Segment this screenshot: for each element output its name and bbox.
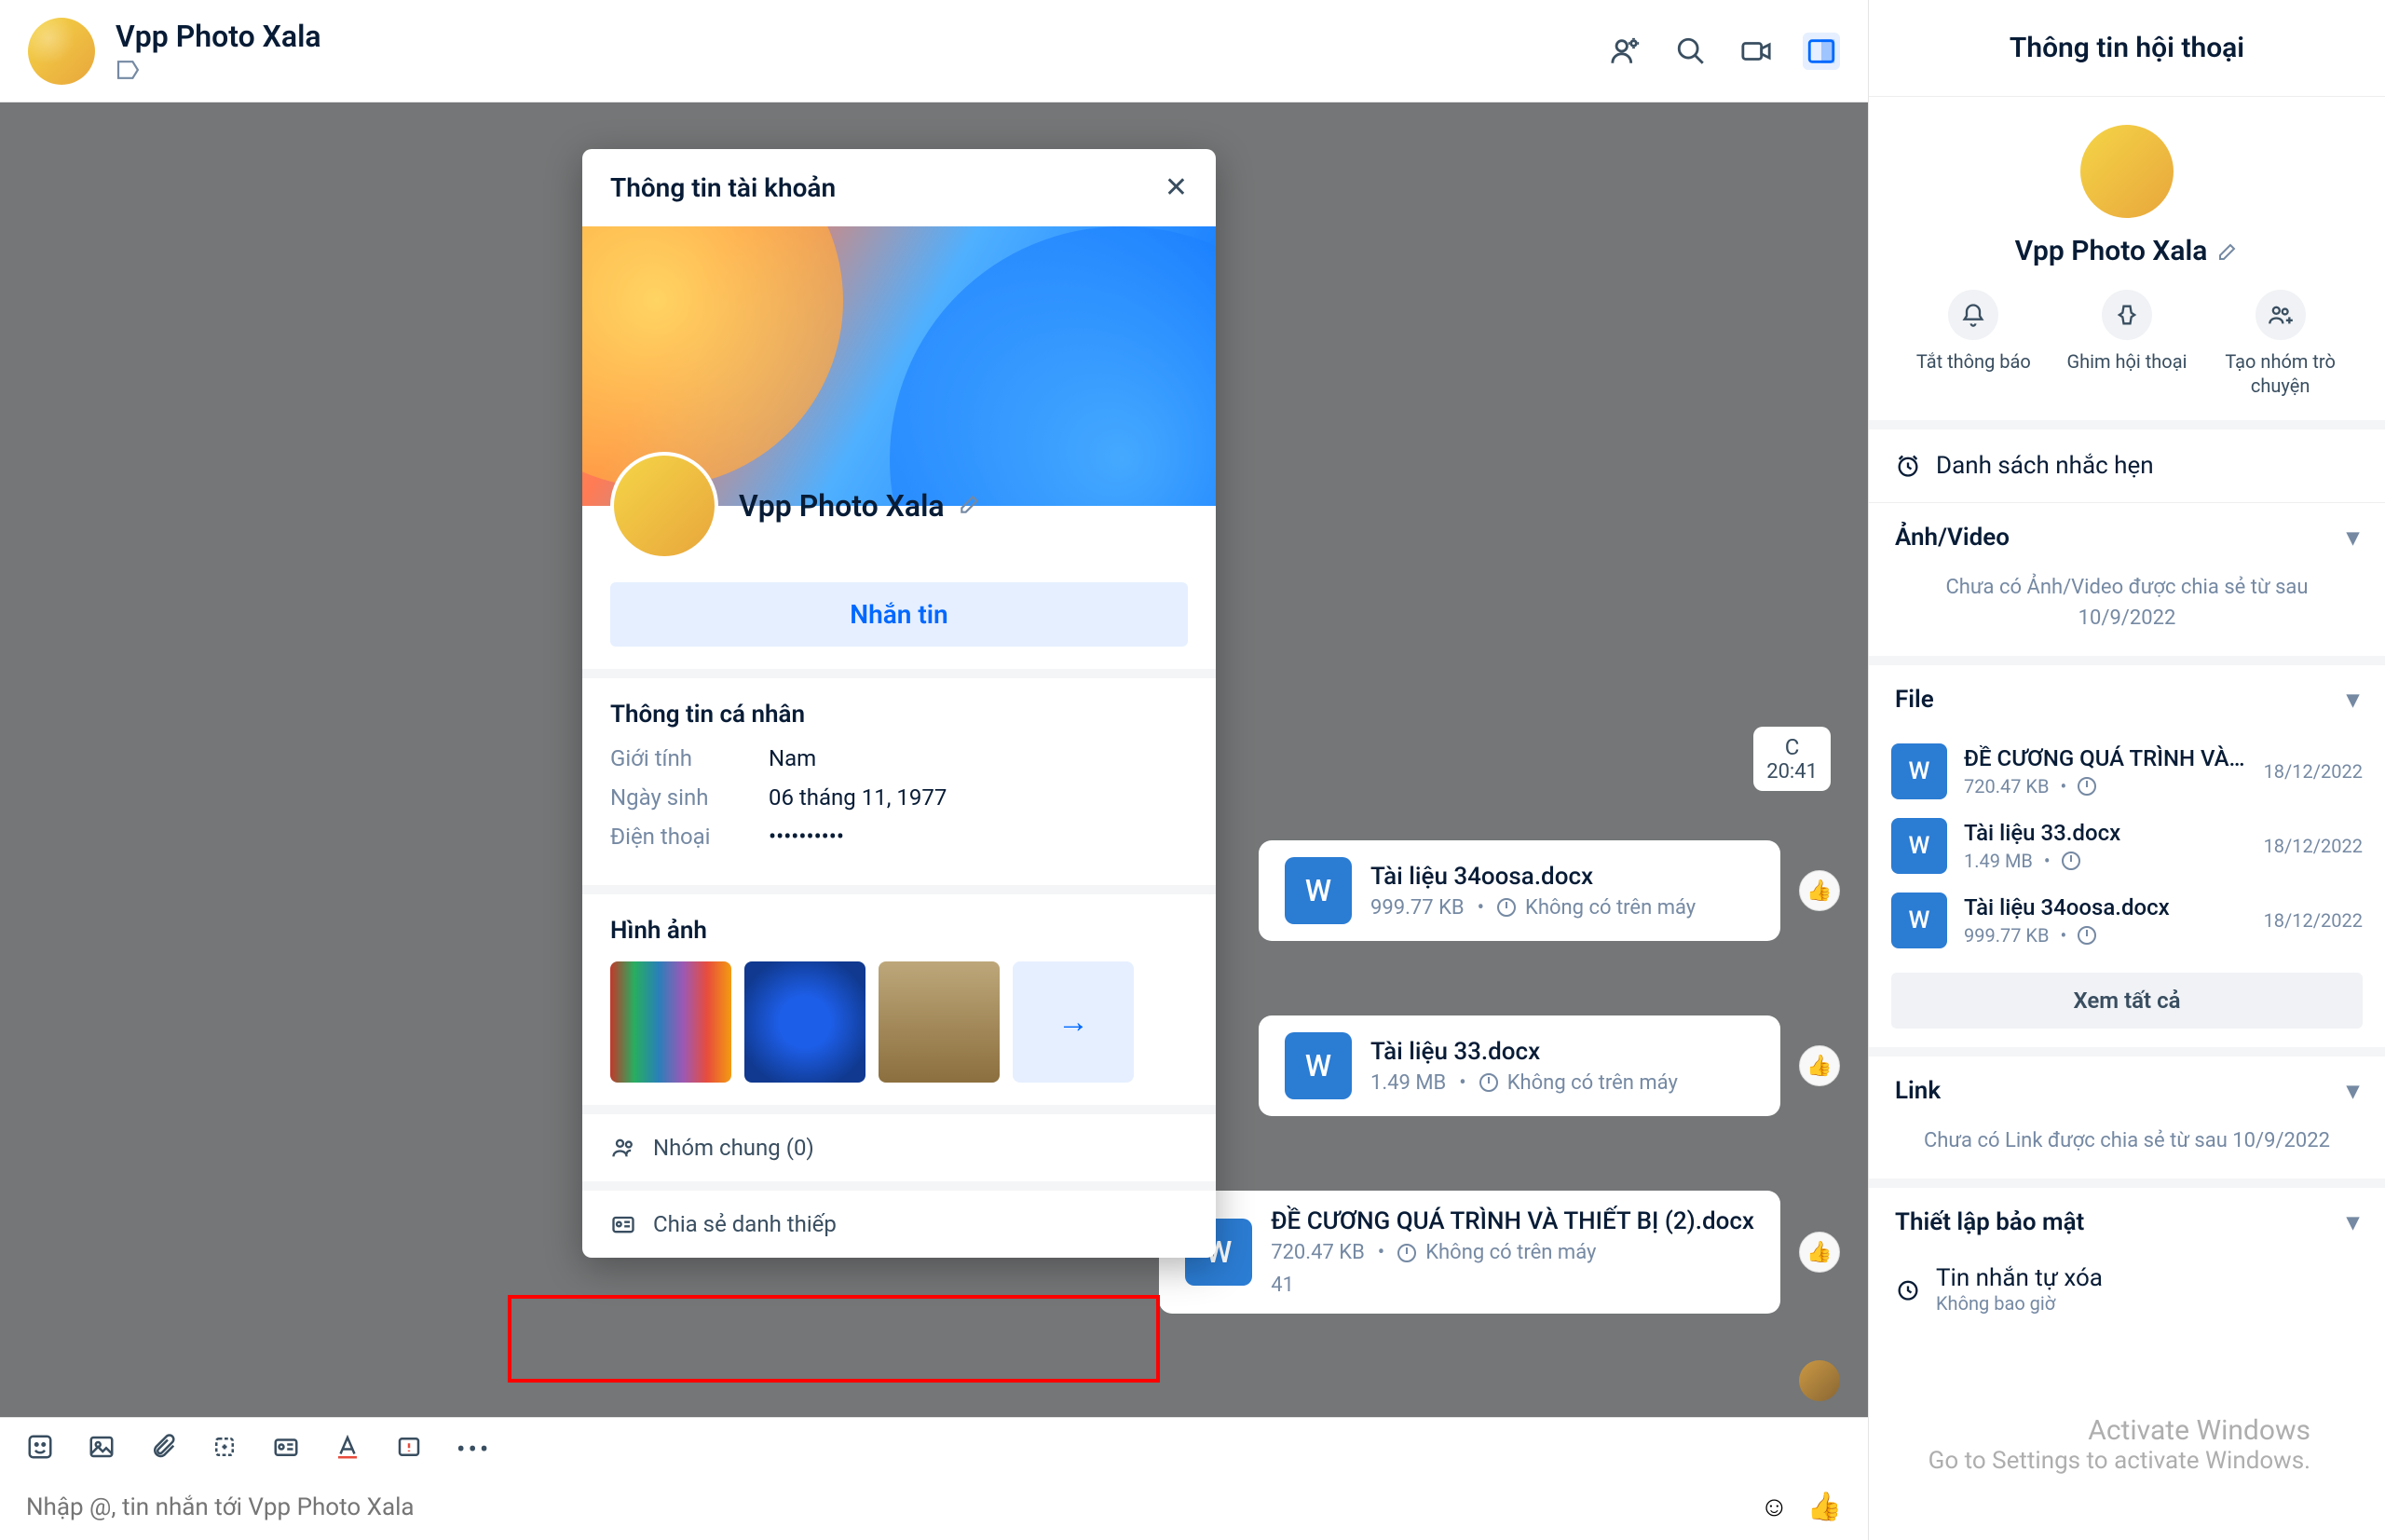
pin-button[interactable]: Ghim hội thoại [2066,290,2187,398]
contact-name[interactable]: Vpp Photo Xala [116,19,1607,54]
add-member-icon[interactable] [1607,33,1644,70]
image-thumb[interactable] [610,961,731,1083]
reminders-row[interactable]: Danh sách nhắc hẹn [1869,429,2385,503]
word-doc-icon: W [1285,1032,1352,1099]
panel-contact-name: Vpp Photo Xala [2015,235,2240,267]
media-section-header[interactable]: Ảnh/Video ▾ [1869,503,2385,572]
word-doc-icon: W [1891,743,1947,799]
view-all-button[interactable]: Xem tất cả [1891,973,2363,1029]
auto-delete-row[interactable]: Tin nhắn tự xóa Không bao giờ [1869,1257,2385,1337]
message-file[interactable]: W Tài liệu 33.docx 1.49 MBKhông có trên … [1259,1015,1780,1116]
message-button[interactable]: Nhắn tin [610,582,1188,647]
thumbs-up-icon[interactable]: 👍 [1807,1491,1842,1523]
account-info-modal: Thông tin tài khoản ✕ Vpp Photo Xala Nhắ… [582,149,1216,1258]
file-item[interactable]: W ĐỀ CƯƠNG QUÁ TRÌNH VÀ THI...(2).docx 7… [1869,734,2385,809]
file-section-header[interactable]: File ▾ [1869,665,2385,734]
images-header: Hình ảnh [610,917,1188,945]
toggle-sidebar-icon[interactable] [1803,33,1840,70]
message-composer: ••• ☺ 👍 [0,1417,1868,1540]
edit-icon[interactable] [2216,240,2239,263]
message-file[interactable]: W ĐỀ CƯƠNG QUÁ TRÌNH VÀ THIẾT BỊ (2).doc… [1159,1191,1780,1314]
link-empty-note: Chưa có Link được chia sẻ từ sau 10/9/20… [1869,1125,2385,1179]
more-images-button[interactable]: → [1013,961,1134,1083]
contact-avatar[interactable] [28,18,95,85]
personal-info-header: Thông tin cá nhân [610,701,1188,729]
word-doc-icon: W [1891,818,1947,874]
screenshot-icon[interactable] [211,1433,238,1465]
file-name: ĐỀ CƯƠNG QUÁ TRÌNH VÀ THIẾT BỊ (2).docx [1271,1207,1754,1235]
react-button[interactable]: 👍 [1799,1232,1840,1273]
card-icon[interactable] [272,1433,300,1465]
word-doc-icon: W [1891,893,1947,948]
phone-value: •••••••••• [769,824,844,850]
share-card-row[interactable]: Chia sẻ danh thiếp [582,1181,1216,1258]
panel-avatar[interactable] [2080,125,2174,218]
media-empty-note: Chưa có Ảnh/Video được chia sẻ từ sau 10… [1869,572,2385,656]
windows-watermark: Activate Windows Go to Settings to activ… [1928,1414,2310,1475]
image-icon[interactable] [88,1433,116,1465]
link-section-header[interactable]: Link ▾ [1869,1056,2385,1125]
more-icon[interactable]: ••• [457,1434,491,1465]
security-section-header[interactable]: Thiết lập bảo mật ▾ [1869,1188,2385,1257]
react-button[interactable]: 👍 [1799,1045,1840,1086]
message-input[interactable] [26,1493,1760,1521]
priority-icon[interactable] [395,1433,423,1465]
attachment-icon[interactable] [149,1433,177,1465]
panel-title: Thông tin hội thoại [1869,0,2385,97]
chevron-down-icon: ▾ [2347,686,2359,714]
message-file[interactable]: W Tài liệu 34oosa.docx 999.77 KBKhông có… [1259,840,1780,941]
sticker-icon[interactable] [26,1433,54,1465]
gender-value: Nam [769,745,816,771]
file-name: Tài liệu 33.docx [1370,1038,1678,1066]
dob-value: 06 tháng 11, 1977 [769,784,947,811]
mute-button[interactable]: Tắt thông báo [1913,290,2034,398]
edit-icon[interactable] [958,492,982,520]
chevron-down-icon: ▾ [2347,524,2359,552]
profile-name: Vpp Photo Xala [739,488,945,524]
chevron-down-icon: ▾ [2347,1208,2359,1236]
format-icon[interactable] [334,1433,361,1465]
word-doc-icon: W [1285,857,1352,924]
create-group-button[interactable]: Tạo nhóm trò chuyện [2220,290,2341,398]
profile-avatar[interactable] [610,452,718,560]
tag-icon [116,60,142,80]
chevron-down-icon: ▾ [2347,1077,2359,1105]
modal-title: Thông tin tài khoản [610,172,836,203]
sender-avatar[interactable] [1799,1360,1840,1401]
video-call-icon[interactable] [1738,33,1775,70]
file-item[interactable]: W Tài liệu 34oosa.docx 999.77 KB 18/12/2… [1869,883,2385,958]
conversation-info-panel: Thông tin hội thoại Vpp Photo Xala Tắt t… [1868,0,2385,1540]
date-badge: C 20:41 [1753,727,1831,791]
close-icon[interactable]: ✕ [1165,171,1188,204]
chat-header: Vpp Photo Xala [0,0,1868,102]
image-thumb[interactable] [879,961,1000,1083]
search-icon[interactable] [1672,33,1710,70]
react-button[interactable]: 👍 [1799,870,1840,911]
emoji-icon[interactable]: ☺ [1760,1491,1789,1523]
file-name: Tài liệu 34oosa.docx [1370,863,1696,891]
image-thumb[interactable] [744,961,865,1083]
common-groups-row[interactable]: Nhóm chung (0) [582,1105,1216,1181]
file-item[interactable]: W Tài liệu 33.docx 1.49 MB 18/12/2022 [1869,809,2385,883]
